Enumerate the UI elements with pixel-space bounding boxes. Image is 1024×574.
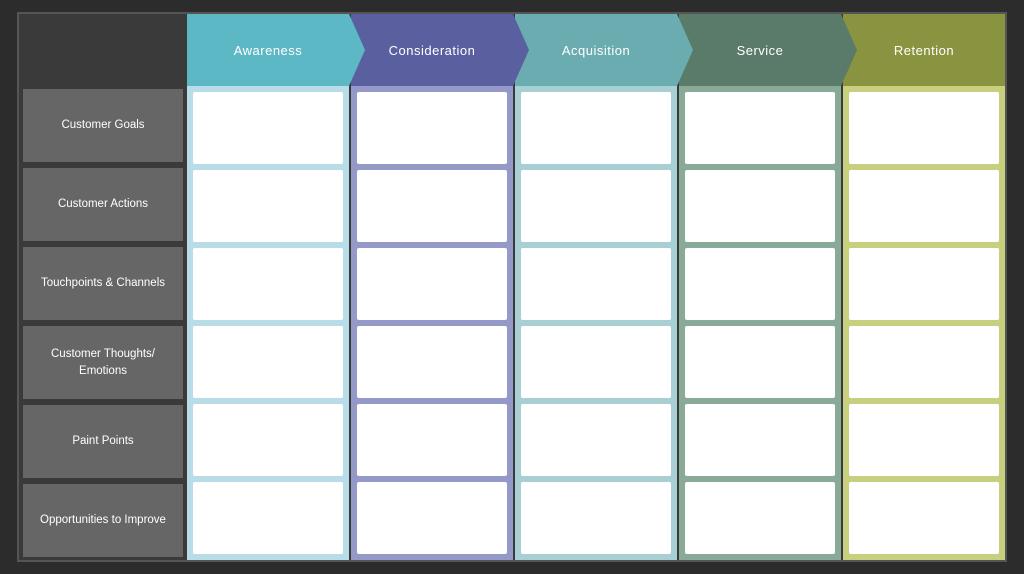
cell-retention-touchpoints[interactable] <box>849 248 999 320</box>
stage-columns <box>187 86 1005 560</box>
stage-label-acquisition: Acquisition <box>562 43 630 58</box>
row-label-opportunities: Opportunities to Improve <box>23 484 183 557</box>
cell-consideration-touchpoints[interactable] <box>357 248 507 320</box>
stage-label-awareness: Awareness <box>234 43 303 58</box>
cell-retention-actions[interactable] <box>849 170 999 242</box>
cell-retention-pain[interactable] <box>849 404 999 476</box>
cell-retention-goals[interactable] <box>849 92 999 164</box>
row-label-touchpoints: Touchpoints & Channels <box>23 247 183 320</box>
stage-header-awareness: Awareness <box>187 14 349 86</box>
stage-header-service: Service <box>679 14 841 86</box>
cell-awareness-thoughts[interactable] <box>193 326 343 398</box>
stage-col-acquisition <box>515 86 677 560</box>
cell-consideration-opportunities[interactable] <box>357 482 507 554</box>
cell-consideration-goals[interactable] <box>357 92 507 164</box>
stage-header-consideration: Consideration <box>351 14 513 86</box>
cell-awareness-pain[interactable] <box>193 404 343 476</box>
cell-acquisition-touchpoints[interactable] <box>521 248 671 320</box>
cell-service-actions[interactable] <box>685 170 835 242</box>
cell-service-touchpoints[interactable] <box>685 248 835 320</box>
cell-service-opportunities[interactable] <box>685 482 835 554</box>
row-label-customer-actions: Customer Actions <box>23 168 183 241</box>
stage-header-acquisition: Acquisition <box>515 14 677 86</box>
cell-retention-opportunities[interactable] <box>849 482 999 554</box>
cell-acquisition-pain[interactable] <box>521 404 671 476</box>
row-label-customer-thoughts: Customer Thoughts/ Emotions <box>23 326 183 399</box>
cell-service-pain[interactable] <box>685 404 835 476</box>
cell-service-thoughts[interactable] <box>685 326 835 398</box>
cell-service-goals[interactable] <box>685 92 835 164</box>
header-spacer <box>19 14 187 86</box>
content-area: Customer Goals Customer Actions Touchpoi… <box>19 86 1005 560</box>
cell-awareness-goals[interactable] <box>193 92 343 164</box>
stage-label-consideration: Consideration <box>389 43 476 58</box>
cell-acquisition-thoughts[interactable] <box>521 326 671 398</box>
cell-acquisition-opportunities[interactable] <box>521 482 671 554</box>
stage-col-retention <box>843 86 1005 560</box>
stage-col-awareness <box>187 86 349 560</box>
header-row: Awareness Consideration Acquisition Serv… <box>19 14 1005 86</box>
cell-acquisition-actions[interactable] <box>521 170 671 242</box>
row-label-customer-goals: Customer Goals <box>23 89 183 162</box>
cell-consideration-thoughts[interactable] <box>357 326 507 398</box>
row-label-pain-points: Paint Points <box>23 405 183 478</box>
cell-consideration-pain[interactable] <box>357 404 507 476</box>
cell-consideration-actions[interactable] <box>357 170 507 242</box>
cell-awareness-actions[interactable] <box>193 170 343 242</box>
row-labels: Customer Goals Customer Actions Touchpoi… <box>19 86 187 560</box>
stage-header-retention: Retention <box>843 14 1005 86</box>
stage-col-consideration <box>351 86 513 560</box>
stage-label-service: Service <box>737 43 784 58</box>
stage-label-retention: Retention <box>894 43 954 58</box>
cell-awareness-opportunities[interactable] <box>193 482 343 554</box>
cell-retention-thoughts[interactable] <box>849 326 999 398</box>
cell-acquisition-goals[interactable] <box>521 92 671 164</box>
cell-awareness-touchpoints[interactable] <box>193 248 343 320</box>
stage-col-service <box>679 86 841 560</box>
journey-map: Awareness Consideration Acquisition Serv… <box>17 12 1007 562</box>
